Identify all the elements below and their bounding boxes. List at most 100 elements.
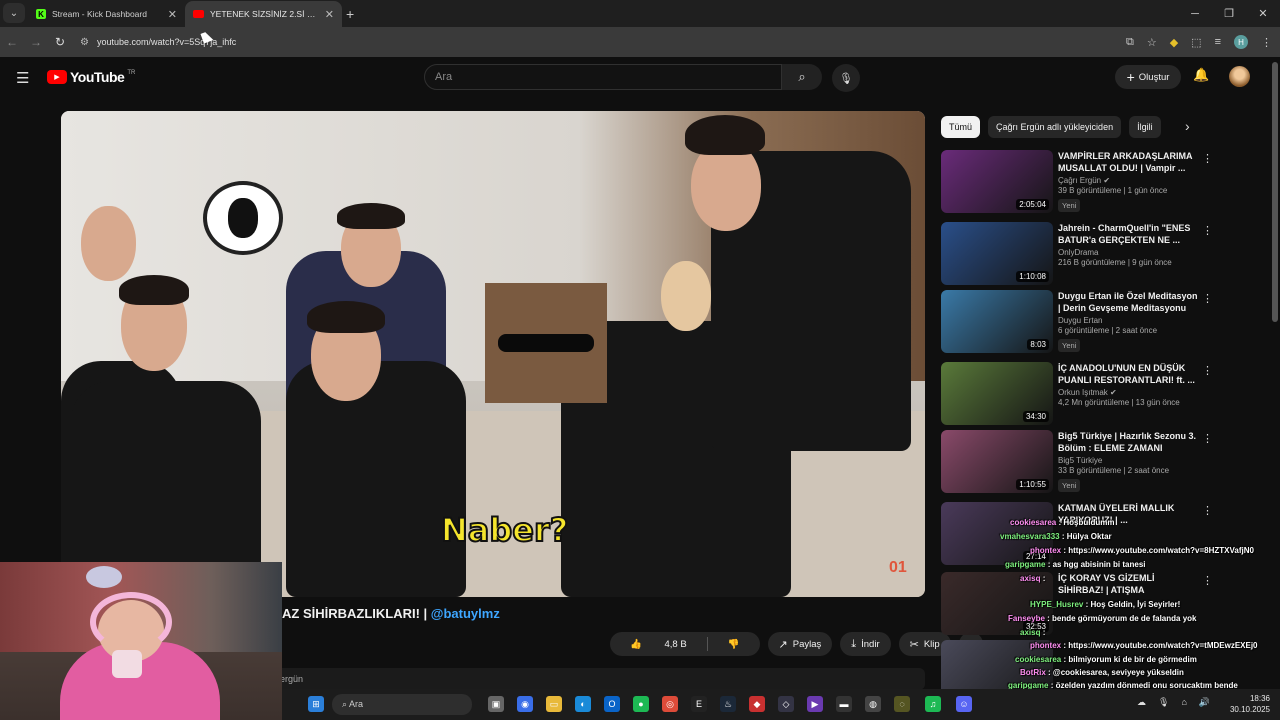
recommendation-title[interactable]: VAMPİRLER ARKADAŞLARIMA MUSALLAT OLDU! |… xyxy=(1058,150,1198,174)
url-text[interactable]: youtube.com/watch?v=5Sq7ja_ihfc xyxy=(97,37,236,47)
recommendation-channel[interactable]: Big5 Türkiye xyxy=(1058,456,1198,465)
install-app-icon[interactable]: ⧉ xyxy=(1126,36,1134,49)
recommendation-title[interactable]: Big5 Türkiye | Hazırlık Sezonu 3. Bölüm … xyxy=(1058,430,1198,454)
voice-search-button[interactable]: 🎙 xyxy=(832,64,860,92)
notifications-bell-icon[interactable]: 🔔 xyxy=(1193,67,1209,83)
cloud-icon[interactable]: ☁ xyxy=(1137,697,1146,708)
hamburger-menu-icon[interactable]: ☰ xyxy=(16,69,29,87)
chrome-icon[interactable]: ◎ xyxy=(662,696,678,712)
more-options-icon[interactable]: ⋮ xyxy=(1202,292,1213,305)
chat-username[interactable]: phontex xyxy=(1030,641,1061,650)
more-options-icon[interactable]: ⋮ xyxy=(1202,224,1213,237)
close-tab-icon[interactable]: ✕ xyxy=(168,8,177,21)
new-tab-plus-icon[interactable]: + xyxy=(346,6,354,22)
more-options-icon[interactable]: ⋮ xyxy=(1202,504,1213,517)
start-windows-icon[interactable]: ⊞ xyxy=(308,696,324,712)
recommendation-thumbnail[interactable]: 8:03 xyxy=(941,290,1053,353)
outlook-icon[interactable]: O xyxy=(604,696,620,712)
dislike-button[interactable]: 👎 xyxy=(708,639,760,650)
recommendation-channel[interactable]: OnlyDrama xyxy=(1058,248,1198,257)
recommendation-item[interactable]: 1:10:08 Jahrein - CharmQuell'in "ENES BAT… xyxy=(941,222,1213,286)
taskbar-clock[interactable]: 18:36 30.10.2025 xyxy=(1230,693,1270,715)
share-button[interactable]: ↗ Paylaş xyxy=(767,632,833,656)
chat-username[interactable]: axisq xyxy=(1020,574,1040,583)
app-green-icon[interactable]: ● xyxy=(633,696,649,712)
page-scrollbar[interactable] xyxy=(1272,62,1278,322)
recommendation-channel[interactable]: Çağrı Ergün ✔ xyxy=(1058,176,1198,185)
chip-related[interactable]: İlgili xyxy=(1129,116,1161,138)
taskbar-search[interactable]: ⌕ Ara xyxy=(332,694,472,715)
more-options-icon[interactable]: ⋮ xyxy=(1202,364,1213,377)
chat-username[interactable]: axisq xyxy=(1020,628,1040,637)
recommendation-item[interactable]: 1:10:55 Big5 Türkiye | Hazırlık Sezonu 3.… xyxy=(941,430,1213,494)
file-explorer-icon[interactable]: ▭ xyxy=(546,696,562,712)
site-info-icon[interactable]: ⚙ xyxy=(80,37,89,48)
search-input[interactable]: Ara xyxy=(424,64,782,90)
profile-avatar-icon[interactable]: H xyxy=(1234,35,1248,49)
tab-kick-dashboard[interactable]: K Stream - Kick Dashboard ✕ xyxy=(28,1,185,27)
forward-arrow-icon[interactable]: → xyxy=(24,35,48,49)
recommendation-item[interactable]: 8:03 Duygu Ertan ile Özel Meditasyon | De… xyxy=(941,290,1213,354)
chat-username[interactable]: cookiesarea xyxy=(1010,518,1056,527)
copilot-icon[interactable]: ◉ xyxy=(517,696,533,712)
video-player[interactable]: Naber? 01 xyxy=(61,111,925,597)
steam-icon[interactable]: ♨ xyxy=(720,696,736,712)
video-title-mention-link[interactable]: @batuylmz xyxy=(431,606,500,621)
chips-next-chevron-icon[interactable]: › xyxy=(1185,118,1190,134)
recommendation-title[interactable]: İÇ KORAY VS GİZEMLİ SİHİRBAZ! | ATIŞMA xyxy=(1058,572,1198,596)
recommendation-thumbnail[interactable]: 34:30 xyxy=(941,362,1053,425)
recommendation-channel[interactable]: Duygu Ertan xyxy=(1058,316,1198,325)
extension-shield-icon[interactable]: ◆ xyxy=(1170,36,1178,49)
recommendation-item[interactable]: 2:05:04 VAMPİRLER ARKADAŞLARIMA MUSALLAT … xyxy=(941,150,1213,214)
close-tab-icon[interactable]: ✕ xyxy=(325,8,334,21)
more-options-icon[interactable]: ⋮ xyxy=(1202,432,1213,445)
chip-from-uploader[interactable]: Çağrı Ergün adlı yükleyiciden xyxy=(988,116,1122,138)
discord-icon[interactable]: ☺ xyxy=(956,696,972,712)
app-icon[interactable]: ◌ xyxy=(894,696,910,712)
epic-games-icon[interactable]: E xyxy=(691,696,707,712)
chat-username[interactable]: HYPE_Husrev xyxy=(1030,600,1083,609)
app-gray-icon[interactable]: ▬ xyxy=(836,696,852,712)
more-options-icon[interactable]: ⋮ xyxy=(1202,574,1213,587)
mic-tray-icon[interactable]: 🎙 xyxy=(1158,697,1169,708)
volume-icon[interactable]: 🔊 xyxy=(1199,697,1210,708)
more-options-icon[interactable]: ⋮ xyxy=(1202,152,1213,165)
chat-username[interactable]: garipgame xyxy=(1005,560,1045,569)
app-red-icon[interactable]: ◆ xyxy=(749,696,765,712)
recommendation-title[interactable]: Jahrein - CharmQuell'in "ENES BATUR'a GE… xyxy=(1058,222,1198,246)
restore-icon[interactable]: ❐ xyxy=(1212,0,1246,27)
search-button[interactable]: ⌕ xyxy=(782,64,822,90)
recommendation-thumbnail[interactable]: 1:10:08 xyxy=(941,222,1053,285)
tab-search-chevron-icon[interactable]: ⌄ xyxy=(3,3,25,23)
recommendation-item[interactable]: 34:30 İÇ ANADOLU'NUN EN DÜŞÜK PUANLI REST… xyxy=(941,362,1213,426)
extensions-puzzle-icon[interactable]: ⬚ xyxy=(1191,36,1201,49)
recommendation-title[interactable]: İÇ ANADOLU'NUN EN DÜŞÜK PUANLI RESTORANT… xyxy=(1058,362,1198,386)
tab-youtube-video[interactable]: YETENEK SİZSİNİZ 2.Sİ VE AKIL ✕ xyxy=(185,1,342,27)
like-button[interactable]: 👍 4,8 B xyxy=(610,639,707,650)
chat-username[interactable]: vmahesvara333 xyxy=(1000,532,1060,541)
close-window-icon[interactable]: ✕ xyxy=(1246,0,1280,27)
recommendation-thumbnail[interactable]: 2:05:04 xyxy=(941,150,1053,213)
network-icon[interactable]: ⌂ xyxy=(1181,697,1186,708)
browser-menu-icon[interactable]: ⋮ xyxy=(1261,36,1272,49)
youtube-logo[interactable]: ▶ YouTube TR xyxy=(47,69,135,85)
chat-username[interactable]: cookiesarea xyxy=(1015,655,1061,664)
recommendation-title[interactable]: Duygu Ertan ile Özel Meditasyon | Derin … xyxy=(1058,290,1198,314)
edge-icon[interactable]: ◐ xyxy=(575,696,591,712)
obs-icon[interactable]: ◍ xyxy=(865,696,881,712)
app-blue-icon[interactable]: ◇ xyxy=(778,696,794,712)
user-avatar[interactable] xyxy=(1229,66,1250,87)
media-controls-icon[interactable]: ≡ xyxy=(1215,36,1221,48)
task-view-icon[interactable]: ▣ xyxy=(488,696,504,712)
spotify-icon[interactable]: ♫ xyxy=(925,696,941,712)
minimize-icon[interactable]: ─ xyxy=(1178,0,1212,27)
chat-username[interactable]: Fanseybe xyxy=(1008,614,1045,623)
recommendation-channel[interactable]: Orkun Işıtmak ✔ xyxy=(1058,388,1198,397)
bookmark-star-icon[interactable]: ☆ xyxy=(1147,36,1157,49)
download-button[interactable]: ⤓ İndir xyxy=(840,632,891,656)
reload-icon[interactable]: ↻ xyxy=(48,35,72,49)
back-arrow-icon[interactable]: ← xyxy=(0,35,24,49)
chat-username[interactable]: phontex xyxy=(1030,546,1061,555)
recommendation-thumbnail[interactable]: 1:10:55 xyxy=(941,430,1053,493)
app-purple-icon[interactable]: ▶ xyxy=(807,696,823,712)
